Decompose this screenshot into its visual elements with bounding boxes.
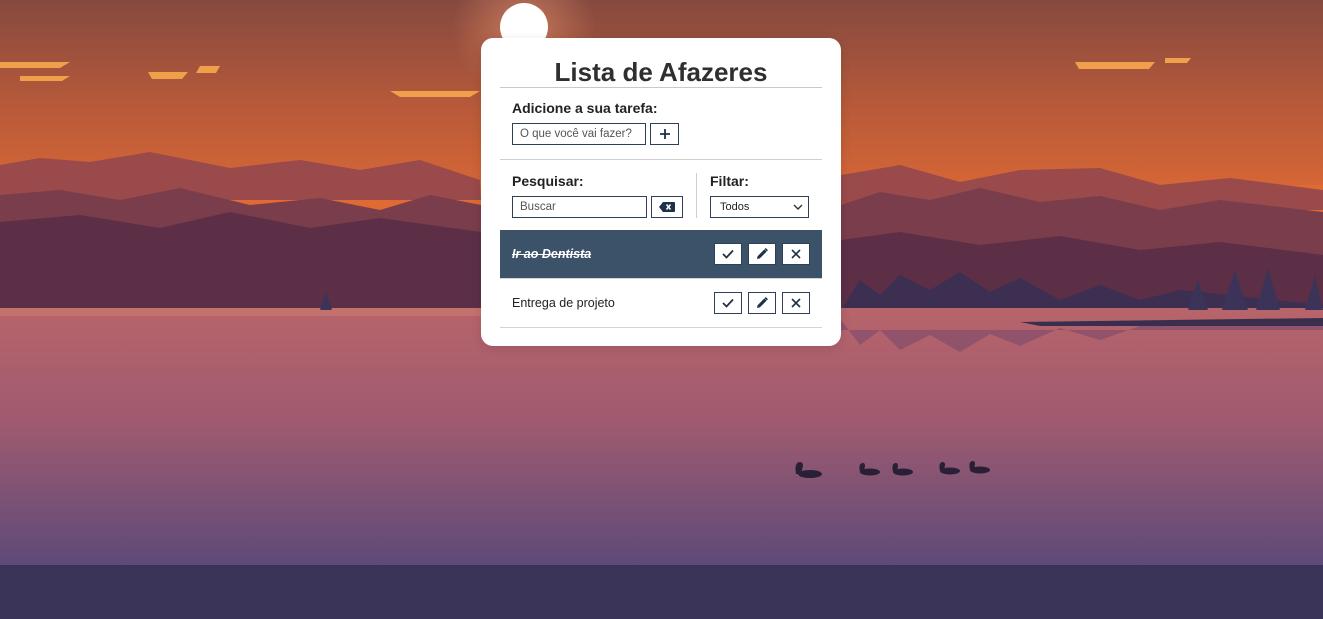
page-title: Lista de Afazeres [500,38,822,88]
add-todo-label: Adicione a sua tarefa: [512,100,658,116]
todo-item-text: Ir ao Dentista [512,247,592,261]
filter-selected-value: Todos [720,201,750,213]
clear-search-button[interactable] [651,196,683,218]
close-icon [791,298,801,308]
search-input[interactable] [512,196,647,218]
filter-select[interactable]: Todos [710,196,809,218]
add-todo-button[interactable] [650,123,679,145]
todo-input[interactable] [512,123,646,145]
plus-icon [659,129,670,139]
search-section: Pesquisar: [512,173,697,218]
edit-todo-button[interactable] [748,243,776,265]
edit-todo-button[interactable] [748,292,776,314]
search-label: Pesquisar: [512,173,584,189]
check-icon [722,298,734,308]
backspace-icon [659,202,675,212]
remove-todo-button[interactable] [782,243,810,265]
todo-item: Entrega de projeto [500,279,822,328]
pencil-icon [757,297,768,308]
todo-list: Ir ao Dentista Entrega de projeto [500,230,822,328]
remove-todo-button[interactable] [782,292,810,314]
toolbar-section: Pesquisar: Filtar: Todos [500,160,822,230]
filter-label: Filtar: [710,173,749,189]
check-icon [722,249,734,259]
close-icon [791,249,801,259]
complete-todo-button[interactable] [714,243,742,265]
pencil-icon [757,248,768,259]
chevron-down-icon [793,204,803,210]
todo-item: Ir ao Dentista [500,230,822,279]
filter-section: Filtar: Todos [697,173,809,218]
complete-todo-button[interactable] [714,292,742,314]
todo-item-text: Entrega de projeto [512,296,615,310]
todo-card: Lista de Afazeres Adicione a sua tarefa:… [481,38,841,346]
add-todo-section: Adicione a sua tarefa: [500,88,822,160]
